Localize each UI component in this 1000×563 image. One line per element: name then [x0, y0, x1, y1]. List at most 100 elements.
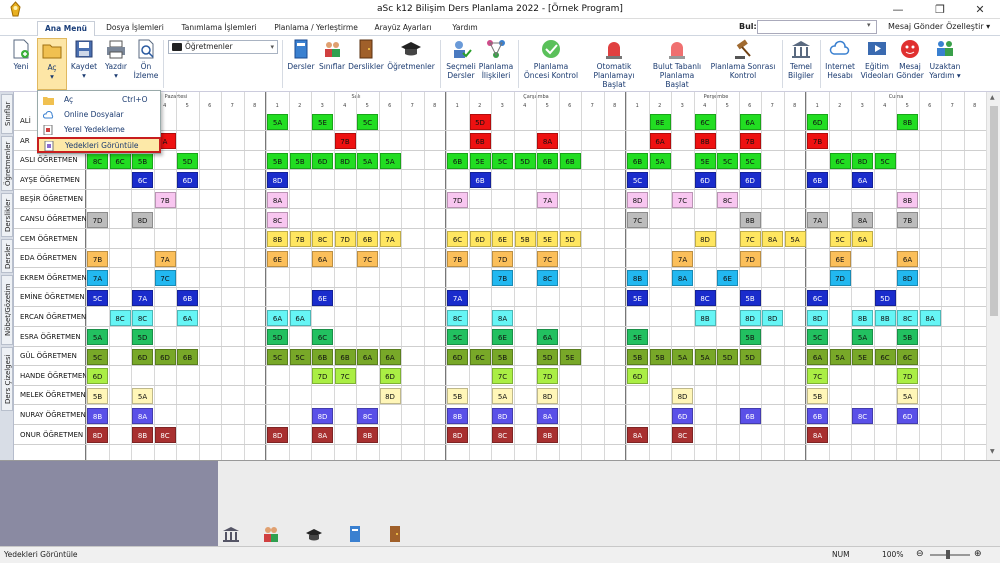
lesson-card[interactable]: 5D: [177, 152, 198, 169]
basic-info-button[interactable]: Temel Bilgiler: [786, 38, 816, 80]
lesson-card[interactable]: 5A: [649, 152, 671, 169]
lesson-card[interactable]: 6C: [132, 172, 153, 189]
lesson-card[interactable]: 5C: [492, 152, 513, 169]
lesson-card[interactable]: 8A: [312, 427, 333, 444]
lesson-card[interactable]: 6E: [492, 329, 513, 346]
lesson-card[interactable]: 6C: [312, 329, 333, 346]
lesson-card[interactable]: 8C: [87, 152, 108, 169]
lesson-card[interactable]: 7D: [447, 191, 468, 208]
lesson-card[interactable]: 7C: [627, 211, 648, 228]
training-videos-button[interactable]: Eğitim Videoları: [859, 38, 895, 80]
teacher-row-label[interactable]: CEM ÖĞRETMEN: [14, 230, 86, 249]
lesson-card[interactable]: 6D: [447, 348, 468, 365]
lesson-card[interactable]: 8D: [627, 191, 648, 208]
teacher-row-label[interactable]: ASLI ÖĞRETMEN: [14, 151, 86, 171]
lesson-card[interactable]: 5A: [267, 113, 288, 130]
lesson-card[interactable]: 5B: [807, 387, 828, 404]
lesson-card[interactable]: 8C: [672, 427, 693, 444]
teachers-button[interactable]: Öğretmenler: [386, 38, 436, 71]
lesson-card[interactable]: 8D: [762, 309, 783, 326]
lesson-card[interactable]: 8B: [627, 270, 648, 287]
lesson-card[interactable]: 5B: [739, 289, 761, 306]
customize-link[interactable]: Özelleştir ▾: [946, 22, 990, 31]
lesson-card[interactable]: 7C: [357, 250, 378, 267]
lesson-card[interactable]: 8D: [852, 152, 873, 169]
zoom-in-icon[interactable]: ⊕: [974, 547, 982, 562]
lesson-card[interactable]: 8B: [694, 133, 716, 150]
students-icon[interactable]: [262, 525, 280, 543]
classes-button[interactable]: Sınıflar: [316, 38, 348, 71]
lesson-card[interactable]: 6B: [807, 407, 828, 424]
teacher-row-label[interactable]: EDA ÖĞRETMEN: [14, 249, 86, 269]
close-button[interactable]: ✕: [960, 0, 1000, 19]
lesson-card[interactable]: 5B: [447, 387, 468, 404]
lesson-card[interactable]: 5E: [537, 231, 558, 248]
maximize-button[interactable]: ❐: [920, 0, 960, 19]
side-tab-ders-cizelgesi[interactable]: Ders Çizelgesi: [1, 347, 13, 411]
print-button[interactable]: Yazdır ▾: [101, 38, 131, 80]
lesson-card[interactable]: 8B: [132, 427, 153, 444]
lesson-card[interactable]: 6C: [829, 152, 851, 169]
lesson-card[interactable]: 6C: [874, 348, 896, 365]
lesson-card[interactable]: 5B: [739, 329, 761, 346]
lesson-card[interactable]: 5B: [289, 152, 311, 169]
lesson-card[interactable]: 8B: [852, 309, 873, 326]
side-tab-dersler[interactable]: Dersler: [1, 239, 13, 273]
lesson-card[interactable]: 6D: [807, 113, 828, 130]
lesson-card[interactable]: 5D: [739, 348, 761, 365]
lessons-button[interactable]: Dersler: [286, 38, 316, 71]
lesson-card[interactable]: 8D: [334, 152, 356, 169]
lesson-card[interactable]: 8A: [627, 427, 648, 444]
lesson-card[interactable]: 8C: [852, 407, 873, 424]
lesson-card[interactable]: 7B: [897, 211, 918, 228]
classrooms-button[interactable]: Derslikler: [347, 38, 385, 71]
lesson-card[interactable]: 6D: [87, 368, 108, 385]
teacher-row-label[interactable]: GÜL ÖĞRETMEN: [14, 347, 86, 367]
lesson-card[interactable]: 6C: [897, 348, 918, 365]
lesson-card[interactable]: 8D: [672, 387, 693, 404]
lesson-card[interactable]: 5A: [852, 329, 873, 346]
lesson-card[interactable]: 5A: [87, 329, 108, 346]
menu-item-view-backups[interactable]: Yedekleri Görüntüle: [37, 137, 161, 153]
lesson-card[interactable]: 6E: [492, 231, 513, 248]
lesson-card[interactable]: 8D: [492, 407, 513, 424]
lesson-card[interactable]: 5B: [514, 231, 536, 248]
teacher-row-label[interactable]: ONUR ÖĞRETMEN: [14, 426, 86, 445]
cloud-planning-button[interactable]: Bulut Tabanlı Planlama Başlat: [648, 38, 706, 89]
lesson-card[interactable]: 8A: [807, 427, 828, 444]
lesson-card[interactable]: 5E: [852, 348, 873, 365]
lesson-card[interactable]: 8C: [267, 211, 288, 228]
lesson-card[interactable]: 5A: [784, 231, 806, 248]
lesson-card[interactable]: 5C: [289, 348, 311, 365]
lesson-card[interactable]: 8B: [357, 427, 378, 444]
lesson-card[interactable]: 7C: [492, 368, 513, 385]
open-button[interactable]: Aç ▾: [37, 38, 67, 90]
lesson-card[interactable]: 8D: [447, 427, 468, 444]
lesson-card[interactable]: 6A: [312, 250, 333, 267]
elective-lessons-button[interactable]: Seçmeli Dersler: [444, 38, 478, 80]
zoom-out-icon[interactable]: ⊖: [916, 547, 924, 562]
lesson-card[interactable]: 6D: [672, 407, 693, 424]
lesson-card[interactable]: 5C: [447, 329, 468, 346]
lesson-card[interactable]: 7C: [807, 368, 828, 385]
teacher-row-label[interactable]: ERCAN ÖĞRETMEN: [14, 308, 86, 327]
lesson-card[interactable]: 5A: [829, 348, 851, 365]
menu-item-online-files[interactable]: Online Dosyalar: [38, 108, 160, 122]
lesson-card[interactable]: 6B: [559, 152, 581, 169]
teacher-row-label[interactable]: ESRA ÖĞRETMEN: [14, 328, 86, 347]
lesson-card[interactable]: 6B: [357, 231, 378, 248]
lesson-card[interactable]: 6B: [469, 172, 491, 189]
lesson-card[interactable]: 5C: [739, 152, 761, 169]
teacher-row-label[interactable]: EMİNE ÖĞRETMEN: [14, 288, 86, 308]
lesson-card[interactable]: 6C: [469, 348, 491, 365]
lesson-card[interactable]: 7A: [154, 250, 176, 267]
lesson-card[interactable]: 7D: [897, 368, 918, 385]
teacher-row-label[interactable]: MELEK ÖĞRETMEN: [14, 386, 86, 406]
menu-item-local-backup[interactable]: Yerel Yedekleme: [38, 123, 160, 137]
lesson-card[interactable]: 6D: [627, 368, 648, 385]
lesson-card[interactable]: 5B: [87, 387, 108, 404]
lesson-card[interactable]: 5A: [492, 387, 513, 404]
save-button[interactable]: Kaydet ▾: [68, 38, 100, 80]
lesson-card[interactable]: 7A: [537, 191, 558, 208]
lesson-card[interactable]: 8C: [717, 191, 738, 208]
